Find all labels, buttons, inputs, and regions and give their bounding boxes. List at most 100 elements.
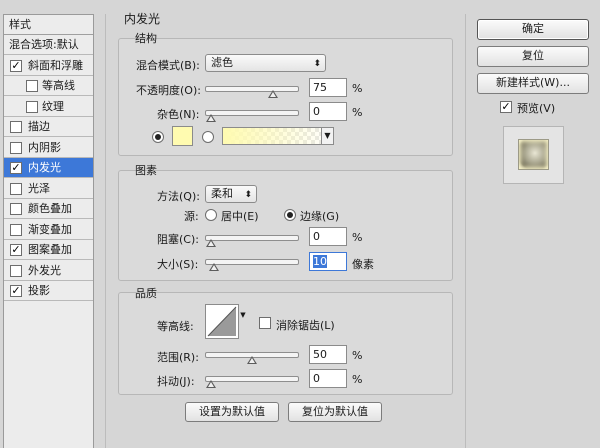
panel-left-divider [105, 14, 106, 448]
style-checkbox[interactable]: ✓ [10, 244, 22, 256]
style-list-item-label: 等高线 [42, 79, 75, 92]
updown-arrows-icon: ⬍ [244, 190, 252, 200]
glow-color-swatch[interactable] [172, 126, 193, 146]
style-list-item[interactable]: ✓ 投影 [4, 281, 93, 301]
reset-button[interactable]: 复位 [477, 46, 589, 67]
gradient-swatch[interactable]: ▼ [222, 127, 334, 145]
style-list-item-label: 投影 [28, 284, 50, 297]
jitter-slider-thumb[interactable] [206, 380, 216, 388]
style-list-item-label: 描边 [28, 120, 50, 133]
opacity-input[interactable]: 75 [309, 78, 347, 97]
source-edge-label: 边缘(G) [300, 210, 340, 223]
make-default-button[interactable]: 设置为默认值 [185, 402, 279, 422]
style-list-item[interactable]: 等高线 [4, 76, 93, 96]
preview-checkbox[interactable]: ✓ [500, 101, 512, 113]
range-label: 范围(R): [157, 351, 199, 364]
range-unit: % [352, 349, 363, 362]
style-list-item[interactable]: ✓ 内发光 [4, 158, 93, 178]
elements-title: 图素 [135, 164, 157, 177]
range-input[interactable]: 50 [309, 345, 347, 364]
style-list-item[interactable]: ✓ 斜面和浮雕 [4, 56, 93, 76]
style-list-item[interactable]: 光泽 [4, 179, 93, 199]
jitter-input[interactable]: 0 [309, 369, 347, 388]
size-label: 大小(S): [157, 258, 199, 271]
style-list-item-label: 混合选项:默认 [9, 38, 79, 51]
size-slider-thumb[interactable] [209, 263, 220, 271]
gradient-radio[interactable] [202, 131, 214, 143]
preview-box [503, 126, 564, 184]
solid-color-radio[interactable] [152, 131, 164, 143]
jitter-label: 抖动(J): [157, 375, 195, 388]
style-list-item-label: 渐变叠加 [28, 222, 72, 236]
style-list-item-label: 颜色叠加 [28, 202, 72, 215]
noise-slider-thumb[interactable] [206, 114, 216, 122]
opacity-slider[interactable] [205, 86, 299, 98]
quality-title: 品质 [135, 287, 157, 300]
noise-label: 杂色(N): [157, 108, 200, 121]
style-checkbox[interactable] [10, 141, 22, 154]
style-checkbox[interactable]: ✓ [10, 59, 22, 72]
new-style-button[interactable]: 新建样式(W)... [477, 73, 589, 94]
source-label: 源: [184, 210, 199, 223]
opacity-slider-thumb[interactable] [267, 90, 278, 98]
technique-select[interactable]: 柔和 ⬍ [205, 185, 257, 203]
technique-label: 方法(Q): [157, 190, 200, 203]
style-checkbox[interactable] [10, 182, 22, 195]
style-list-item[interactable]: 描边 [4, 117, 93, 137]
dropdown-arrow-icon[interactable]: ▼ [321, 128, 333, 144]
style-list-item-label: 纹理 [42, 99, 64, 113]
reset-default-button[interactable]: 复位为默认值 [288, 402, 382, 422]
size-input[interactable]: 10 [309, 252, 347, 271]
contour-dropdown-icon[interactable]: ▼ [239, 305, 247, 338]
style-checkbox[interactable]: ✓ [10, 285, 22, 297]
style-checkbox[interactable]: ✓ [10, 162, 22, 174]
range-slider-thumb[interactable] [247, 356, 257, 364]
ok-button[interactable]: 确定 [477, 19, 589, 40]
style-checkbox[interactable] [26, 100, 38, 113]
jitter-slider[interactable] [205, 376, 299, 388]
blend-mode-select[interactable]: 滤色 ⬍ [205, 54, 326, 72]
choke-slider-thumb[interactable] [206, 239, 216, 247]
contour-label: 等高线: [157, 320, 194, 333]
style-list-item[interactable]: 渐变叠加 [4, 220, 93, 240]
updown-arrows-icon: ⬍ [313, 59, 321, 69]
noise-input[interactable]: 0 [309, 102, 347, 121]
style-list-item[interactable]: ✓ 图案叠加 [4, 240, 93, 260]
style-list-item[interactable]: 混合选项:默认 [4, 35, 93, 55]
source-center-label: 居中(E) [221, 210, 259, 223]
size-unit: 像素 [352, 258, 374, 271]
opacity-unit: % [352, 82, 363, 95]
range-slider[interactable] [205, 352, 299, 364]
source-center-radio[interactable] [205, 209, 217, 221]
structure-title: 结构 [135, 32, 157, 45]
choke-unit: % [352, 231, 363, 244]
style-list-item[interactable]: 颜色叠加 [4, 199, 93, 219]
style-list-item-label: 图案叠加 [28, 243, 72, 256]
blend-mode-value: 滤色 [211, 56, 233, 69]
style-list-item[interactable]: 内阴影 [4, 138, 93, 158]
contour-picker[interactable]: ▼ [205, 304, 246, 339]
choke-slider[interactable] [205, 235, 299, 247]
style-list-item[interactable]: 纹理 [4, 97, 93, 117]
choke-input[interactable]: 0 [309, 227, 347, 246]
contour-linear-icon [207, 306, 237, 337]
style-checkbox[interactable] [10, 121, 22, 133]
style-list-item[interactable]: 外发光 [4, 261, 93, 281]
style-checkbox[interactable] [26, 80, 38, 92]
style-checkbox[interactable] [10, 264, 22, 277]
size-slider[interactable] [205, 259, 299, 271]
style-checkbox[interactable] [10, 203, 22, 215]
jitter-unit: % [352, 373, 363, 386]
style-list-item-label: 外发光 [28, 263, 61, 277]
size-input-selection: 10 [313, 255, 327, 268]
preview-label: 预览(V) [517, 102, 556, 115]
style-checkbox[interactable] [10, 223, 22, 236]
source-edge-radio[interactable] [284, 209, 296, 221]
antialias-checkbox[interactable] [259, 317, 271, 329]
technique-value: 柔和 [211, 187, 233, 200]
opacity-label: 不透明度(O): [136, 84, 201, 97]
preview-thumbnail [518, 139, 549, 170]
style-list-item-label: 内发光 [28, 161, 61, 174]
noise-slider[interactable] [205, 110, 299, 122]
panel-title: 内发光 [124, 12, 161, 26]
